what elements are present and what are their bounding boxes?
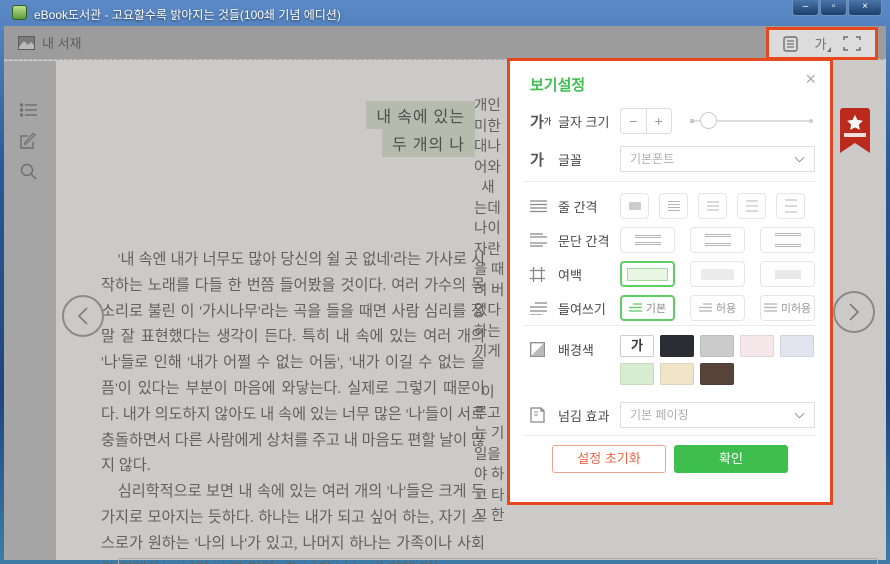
- paragraph-spacing-row: 문단 간격: [530, 226, 815, 254]
- prev-page-button[interactable]: [62, 295, 104, 337]
- indent-label: 들여쓰기: [558, 299, 606, 318]
- line-spacing-option-2[interactable]: [659, 193, 688, 219]
- ebook-reader-window: eBook도서관 - 고요할수록 밝아지는 것들(100쇄 기념 에디션) – …: [0, 0, 890, 564]
- book-paragraph: 심리학적으로 보면 내 속에 있는 여러 개의 '나'들은 크게 두 가지로 모…: [101, 479, 485, 564]
- font-size-stepper[interactable]: − +: [620, 108, 672, 134]
- margin-label: 여백: [558, 265, 582, 284]
- divider: [524, 435, 816, 436]
- font-family-value: 기본폰트: [630, 152, 674, 166]
- line-spacing-option-3[interactable]: [698, 193, 727, 219]
- line-spacing-option-5[interactable]: [776, 193, 805, 219]
- indent-icon: [530, 302, 558, 315]
- view-settings-icon[interactable]: 가: [815, 34, 827, 53]
- line-spacing-row: 줄 간격: [530, 192, 815, 220]
- indent-row: 들여쓰기 기본 허용 미허용: [530, 294, 815, 322]
- bg-color-swatch-1[interactable]: 가: [620, 335, 654, 357]
- divider: [524, 181, 816, 182]
- panel-close-icon[interactable]: ×: [805, 69, 816, 90]
- bottom-toolbar: ⚙ % 이동 ⇤ ⇥ 11% (29 / 272): [118, 558, 878, 564]
- page-effect-label: 넘김 효과: [558, 406, 609, 425]
- my-library-button[interactable]: 내 서재: [18, 33, 82, 52]
- chapter-title-line2: 두 개의 나: [382, 129, 475, 157]
- sidebar: [4, 61, 56, 560]
- paragraph-spacing-option-2[interactable]: [690, 227, 745, 253]
- margin-option-1[interactable]: [620, 261, 675, 287]
- font-size-icon: 가가: [530, 111, 558, 132]
- margin-icon: [530, 267, 558, 282]
- chevron-down-icon: [795, 409, 805, 419]
- page-effect-icon: [530, 407, 558, 423]
- close-button[interactable]: ×: [848, 0, 882, 16]
- font-size-slider[interactable]: [690, 111, 815, 131]
- paragraph-spacing-option-3[interactable]: [760, 227, 815, 253]
- right-page-line: 고 한: [474, 506, 520, 527]
- line-spacing-option-4[interactable]: [737, 193, 766, 219]
- minimize-button[interactable]: –: [792, 0, 819, 16]
- bg-color-swatch-3[interactable]: [700, 335, 734, 357]
- library-icon: [18, 36, 35, 50]
- font-family-icon: 가: [530, 149, 558, 170]
- my-library-label: 내 서재: [42, 33, 82, 52]
- title-bar: eBook도서관 - 고요할수록 밝아지는 것들(100쇄 기념 에디션) – …: [0, 0, 890, 26]
- bg-color-swatches: 가: [620, 335, 836, 385]
- line-spacing-option-1[interactable]: [620, 193, 649, 219]
- contents-view-icon[interactable]: [783, 36, 798, 52]
- font-size-row: 가가 글자 크기 − +: [530, 107, 815, 135]
- margin-option-3[interactable]: [760, 261, 815, 287]
- view-toolbar-highlight: 가: [766, 27, 878, 60]
- bg-color-label: 배경색: [558, 340, 594, 359]
- search-icon[interactable]: [20, 163, 37, 180]
- line-spacing-icon: [530, 200, 558, 213]
- app-icon: [12, 5, 27, 20]
- bookmark-ribbon-icon[interactable]: [840, 108, 870, 154]
- indent-option-disallow[interactable]: 미허용: [760, 295, 815, 321]
- table-of-contents-icon[interactable]: [20, 103, 38, 117]
- margin-option-2[interactable]: [690, 261, 745, 287]
- indent-option-allow[interactable]: 허용: [690, 295, 745, 321]
- chevron-down-icon: [795, 153, 805, 163]
- paragraph-spacing-icon: [530, 233, 558, 247]
- font-family-label: 글꼴: [558, 150, 582, 169]
- bg-color-swatch-2[interactable]: [660, 335, 694, 357]
- font-size-plus-button[interactable]: +: [647, 109, 672, 133]
- reset-settings-button[interactable]: 설정 초기화: [552, 445, 666, 473]
- panel-title: 보기설정: [530, 74, 585, 95]
- window-title: eBook도서관 - 고요할수록 밝아지는 것들(100쇄 기념 에디션): [34, 6, 341, 23]
- bg-color-swatch-7[interactable]: [660, 363, 694, 385]
- page-effect-value: 기본 페이징: [630, 408, 689, 422]
- paragraph-spacing-option-1[interactable]: [620, 227, 675, 253]
- view-settings-panel: 보기설정 × 가가 글자 크기 − + 가 글꼴 기본: [507, 58, 833, 505]
- paragraph-spacing-label: 문단 간격: [558, 231, 609, 250]
- divider: [524, 325, 816, 326]
- next-page-button[interactable]: [833, 291, 875, 333]
- app-header: 내 서재 가: [4, 26, 886, 60]
- chapter-title-line1: 내 속에 있는: [366, 101, 475, 129]
- bg-color-swatch-8[interactable]: [700, 363, 734, 385]
- page-effect-select[interactable]: 기본 페이징: [620, 402, 815, 428]
- maximize-button[interactable]: ▫: [820, 0, 847, 16]
- bg-color-row: 배경색 가: [530, 335, 815, 363]
- indent-option-default[interactable]: 기본: [620, 295, 675, 321]
- font-size-label: 글자 크기: [558, 112, 609, 131]
- note-edit-icon[interactable]: [20, 133, 37, 150]
- font-size-minus-button[interactable]: −: [621, 109, 647, 133]
- confirm-button[interactable]: 확인: [674, 445, 788, 473]
- bg-color-swatch-5[interactable]: [780, 335, 814, 357]
- font-family-select[interactable]: 기본폰트: [620, 146, 815, 172]
- bg-color-icon: [530, 342, 558, 357]
- bg-color-swatch-4[interactable]: [740, 335, 774, 357]
- line-spacing-label: 줄 간격: [558, 197, 598, 216]
- font-size-slider-handle[interactable]: [700, 112, 717, 129]
- font-family-row: 가 글꼴 기본폰트: [530, 145, 815, 173]
- book-paragraph: '내 속엔 내가 너무도 많아 당신의 쉴 곳 없네'라는 가사로 시작하는 노…: [101, 247, 485, 479]
- page-effect-row: 넘김 효과 기본 페이징: [530, 401, 815, 429]
- fullscreen-icon[interactable]: [843, 36, 861, 51]
- book-body-text: '내 속엔 내가 너무도 많아 당신의 쉴 곳 없네'라는 가사로 시작하는 노…: [101, 247, 485, 564]
- margin-row: 여백: [530, 260, 815, 288]
- bg-color-swatch-6[interactable]: [620, 363, 654, 385]
